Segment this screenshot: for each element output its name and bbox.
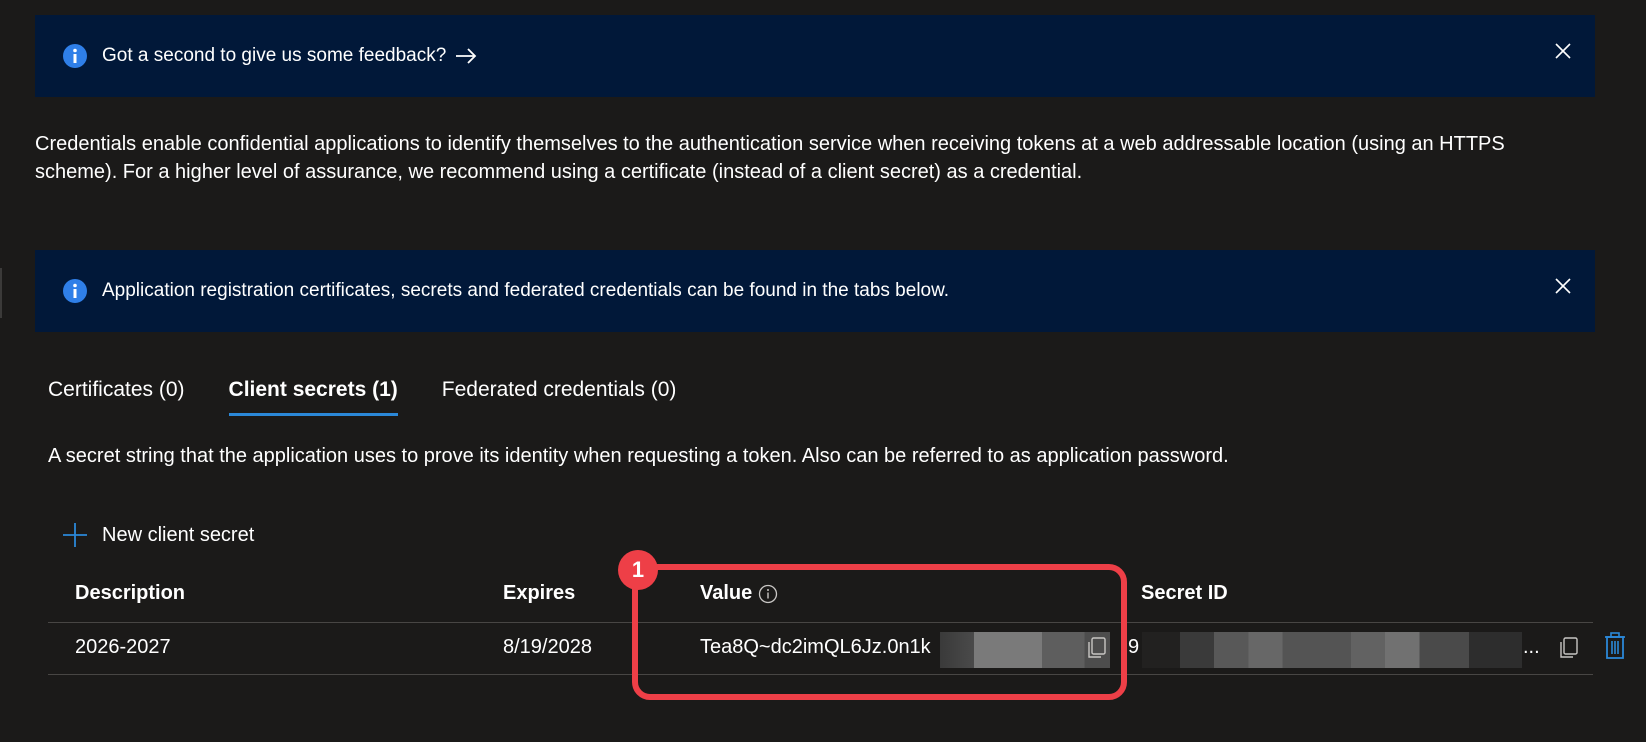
info-icon — [63, 279, 87, 303]
column-header-description[interactable]: Description — [75, 582, 185, 605]
copy-icon[interactable] — [1558, 636, 1580, 660]
close-icon[interactable] — [1551, 39, 1575, 63]
row-secret-id-ellipsis: ... — [1523, 636, 1540, 658]
arrow-right-icon — [456, 48, 477, 64]
annotation-badge: 1 — [618, 550, 658, 590]
delete-icon[interactable] — [1603, 632, 1627, 660]
row-description: 2026-2027 — [75, 636, 171, 658]
client-secrets-description: A secret string that the application use… — [48, 445, 1229, 467]
tab-federated-credentials[interactable]: Federated credentials (0) — [442, 378, 677, 412]
column-header-expires[interactable]: Expires — [503, 582, 575, 605]
column-header-secret-id[interactable]: Secret ID — [1141, 582, 1228, 605]
annotation-highlight — [632, 564, 1127, 700]
left-panel-edge — [0, 268, 2, 318]
tab-client-secrets[interactable]: Client secrets (1) — [228, 378, 398, 416]
plus-icon — [63, 523, 87, 547]
secret-id-redaction — [1142, 632, 1522, 668]
close-icon[interactable] — [1551, 274, 1575, 298]
credentials-description: Credentials enable confidential applicat… — [35, 133, 1505, 183]
tabs-info-text: Application registration certificates, s… — [102, 280, 950, 301]
row-secret-id: 9 — [1128, 636, 1140, 658]
feedback-banner: Got a second to give us some feedback? — [35, 15, 1595, 97]
tab-certificates[interactable]: Certificates (0) — [48, 378, 185, 412]
feedback-link[interactable]: Got a second to give us some feedback? — [102, 45, 478, 67]
row-expires: 8/19/2028 — [503, 636, 592, 658]
new-client-secret-button[interactable]: New client secret — [62, 522, 254, 548]
feedback-text: Got a second to give us some feedback? — [102, 45, 447, 66]
new-client-secret-label: New client secret — [102, 523, 255, 546]
credential-tabs: Certificates (0) Client secrets (1) Fede… — [48, 378, 720, 416]
info-icon — [63, 44, 87, 68]
tabs-info-banner: Application registration certificates, s… — [35, 250, 1595, 332]
